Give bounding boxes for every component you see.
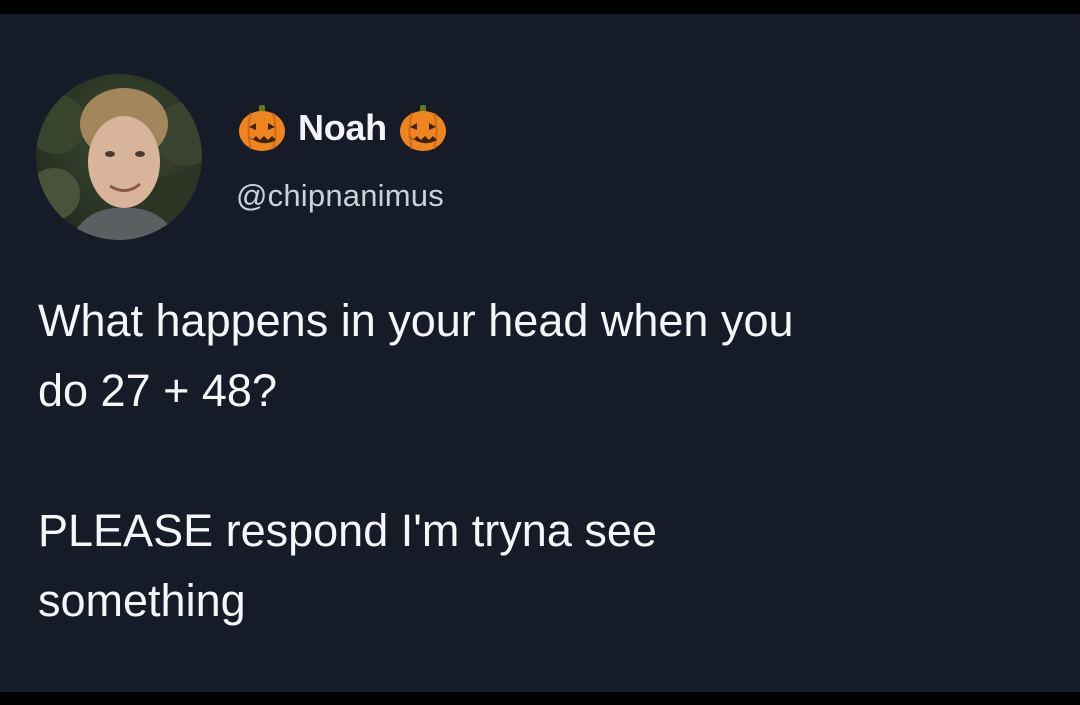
tweet-text-line: do 27 + 48? <box>38 365 277 416</box>
tweet-card: Noah @chipnanimus What happens in your h… <box>0 14 1080 692</box>
jack-o-lantern-icon <box>399 105 446 151</box>
jack-o-lantern-icon <box>239 105 285 151</box>
avatar-photo-icon <box>36 88 202 240</box>
display-name[interactable]: Noah <box>298 107 387 149</box>
tweet-body: What happens in your head when you do 27… <box>38 286 1048 636</box>
tweet-text-line: What happens in your head when you <box>38 295 794 346</box>
tweet-text-line: PLEASE respond I'm tryna see <box>38 505 657 556</box>
avatar[interactable] <box>36 74 202 240</box>
name-row[interactable]: Noah <box>236 102 449 154</box>
tweet-header: Noah @chipnanimus <box>236 102 449 214</box>
user-handle[interactable]: @chipnanimus <box>236 178 449 214</box>
tweet-text-line: something <box>38 575 246 626</box>
